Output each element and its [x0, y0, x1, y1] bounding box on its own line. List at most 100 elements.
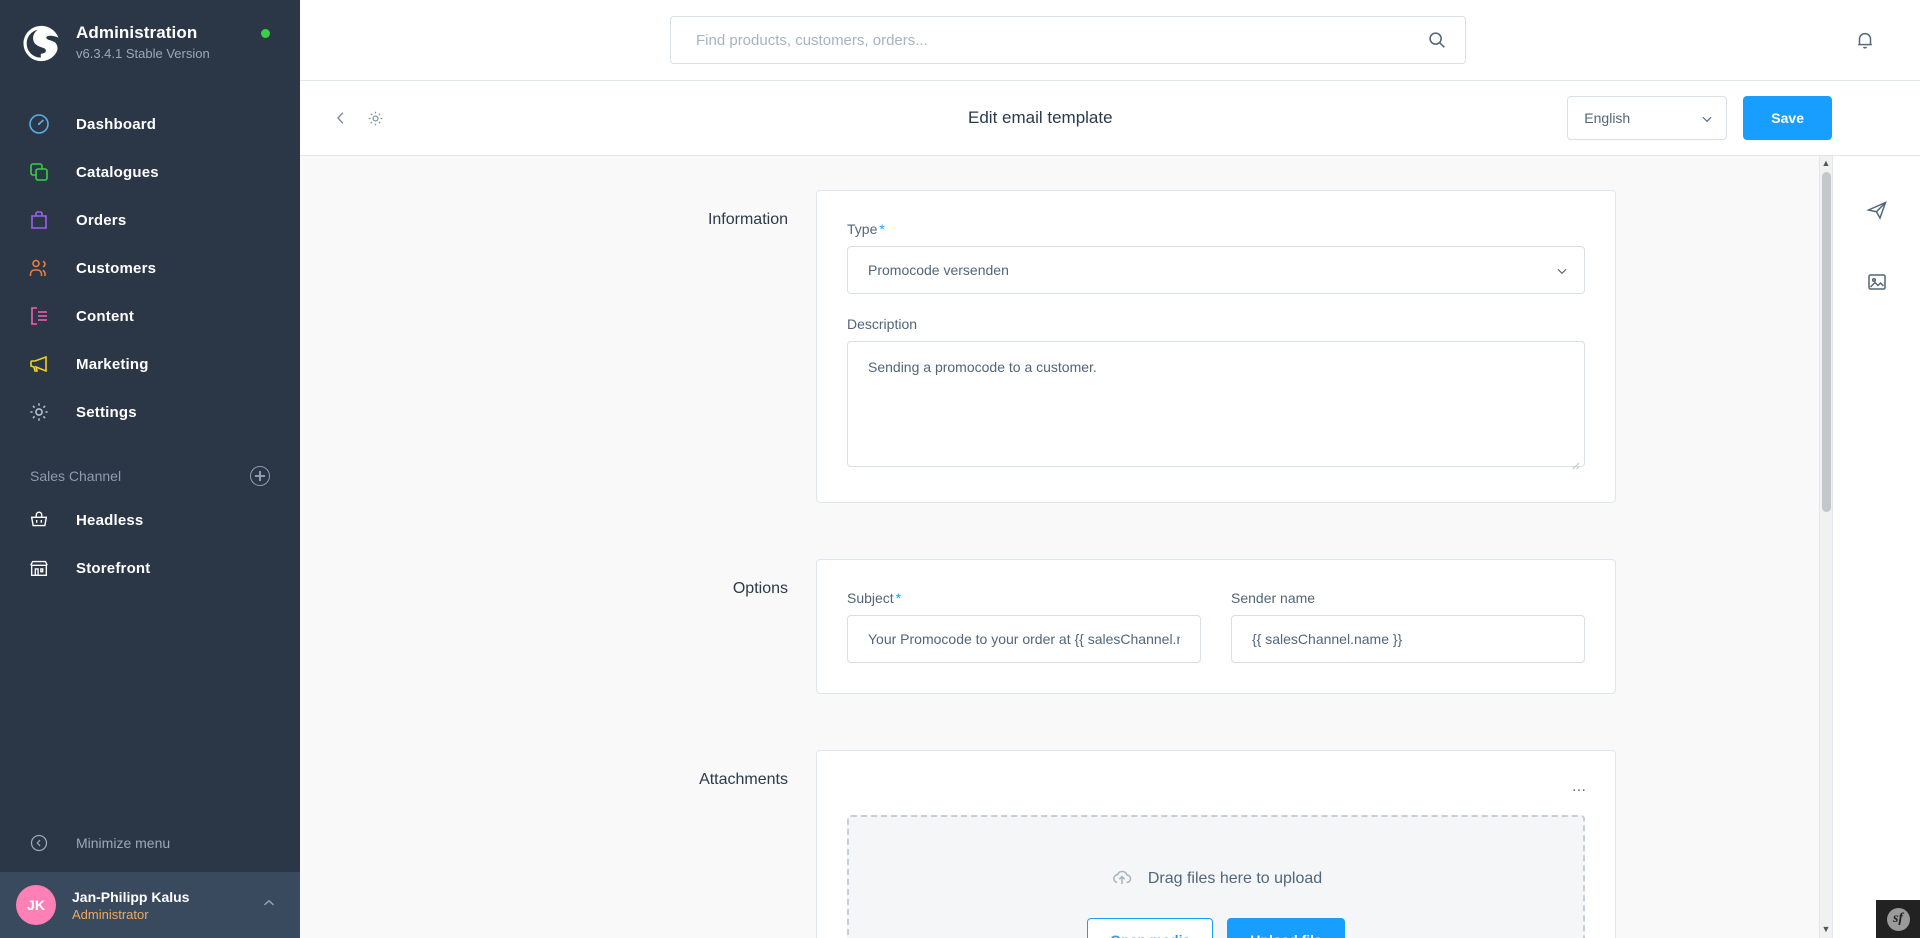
scroll-up-arrow[interactable]: ▲ [1822, 156, 1831, 172]
open-media-button[interactable]: Open media [1087, 917, 1214, 938]
sales-channel-section-header: Sales Channel [0, 436, 300, 496]
sidebar-item-label: Dashboard [76, 115, 157, 133]
sender-name-field: Sender name [1231, 590, 1585, 663]
page-title: Edit email template [968, 108, 1113, 127]
subject-label: Subject * [847, 590, 1201, 606]
symfony-logo-icon: sf [1886, 907, 1910, 931]
avatar: JK [16, 885, 56, 925]
customers-icon [26, 255, 52, 281]
vertical-scrollbar[interactable]: ▲ ▼ [1819, 156, 1832, 938]
sidebar-item-label: Orders [76, 211, 127, 229]
search-icon[interactable] [1426, 29, 1448, 51]
type-label: Type * [847, 221, 1585, 237]
right-rail [1832, 156, 1920, 938]
marketing-icon [26, 351, 52, 377]
information-section: Information Type * Promocode versenden D… [300, 190, 1832, 503]
bell-icon[interactable] [1854, 28, 1876, 57]
save-button[interactable]: Save [1743, 96, 1832, 140]
sidebar-item-headless[interactable]: Headless [0, 496, 300, 544]
minimize-menu-label: Minimize menu [76, 835, 171, 851]
subject-input[interactable] [847, 615, 1201, 663]
language-select[interactable]: English [1567, 96, 1728, 140]
type-select[interactable]: Promocode versenden [847, 246, 1585, 294]
media-image-icon[interactable] [1855, 260, 1899, 304]
page-action-bar: Edit email template English Save [300, 81, 1920, 156]
global-search [670, 16, 1466, 64]
subject-label-text: Subject [847, 590, 894, 606]
options-section: Options Subject* Sender na [300, 559, 1832, 694]
upload-dropzone[interactable]: Drag files here to upload Open media Upl… [847, 815, 1585, 938]
type-field: Type * Promocode versenden [847, 221, 1585, 294]
gear-icon[interactable] [358, 101, 392, 135]
sidebar-item-label: Catalogues [76, 163, 159, 181]
main-navigation: Dashboard Catalogues Orders Customers Co… [0, 100, 300, 436]
sidebar-item-settings[interactable]: Settings [0, 388, 300, 436]
attachments-section: Attachments … Drag files here to upload [300, 750, 1832, 938]
plus-circle-icon[interactable] [250, 466, 270, 486]
shopware-logo-icon [22, 22, 62, 62]
description-label: Description [847, 316, 918, 332]
sender-name-label: Sender name [1231, 590, 1316, 606]
required-marker: * [895, 590, 902, 606]
gear-icon [26, 399, 52, 425]
sidebar-item-marketing[interactable]: Marketing [0, 340, 300, 388]
brand-version: v6.3.4.1 Stable Version [76, 45, 210, 61]
language-switcher[interactable]: English [1567, 96, 1728, 140]
basket-icon [26, 507, 52, 533]
required-marker: * [879, 221, 885, 237]
information-label: Information [707, 211, 788, 228]
context-menu-icon[interactable]: … [1567, 773, 1593, 799]
app-root: Administration v6.3.4.1 Stable Version D… [0, 0, 1920, 938]
sales-channel-section-title: Sales Channel [30, 468, 122, 484]
description-field: Description [847, 316, 1585, 472]
sidebar-item-orders[interactable]: Orders [0, 196, 300, 244]
sidebar-item-label: Storefront [76, 559, 151, 577]
sidebar-item-label: Marketing [76, 355, 149, 373]
user-name: Jan-Philipp Kalus [72, 888, 190, 905]
upload-file-button[interactable]: Upload file [1227, 917, 1345, 938]
upload-cloud-icon [1110, 865, 1134, 894]
attachments-label: Attachments [699, 771, 788, 788]
scroll-down-arrow[interactable]: ▼ [1822, 922, 1831, 938]
attachments-card: … Drag files here to upload [816, 750, 1616, 938]
chevron-up-icon[interactable] [260, 894, 278, 917]
dashboard-icon [26, 111, 52, 137]
sidebar-item-dashboard[interactable]: Dashboard [0, 100, 300, 148]
catalogues-icon [26, 159, 52, 185]
user-menu[interactable]: JK Jan-Philipp Kalus Administrator [0, 872, 300, 938]
sidebar-item-label: Content [76, 307, 135, 325]
search-input[interactable] [670, 16, 1466, 64]
sidebar-item-label: Settings [76, 403, 137, 421]
options-label: Options [732, 580, 788, 597]
chevron-left-circle-icon [26, 830, 52, 856]
description-textarea[interactable] [847, 341, 1585, 467]
page-content: Information Type * Promocode versenden D… [300, 156, 1920, 938]
user-role: Administrator [72, 906, 149, 922]
type-label-text: Type [847, 221, 878, 237]
brand-header[interactable]: Administration v6.3.4.1 Stable Version [0, 0, 300, 82]
information-card: Type * Promocode versenden Description S… [816, 190, 1616, 503]
sidebar-item-label: Customers [76, 259, 157, 277]
sidebar-item-content[interactable]: Content [0, 292, 300, 340]
symfony-profiler-badge[interactable]: sf [1876, 900, 1920, 938]
sidebar-item-catalogues[interactable]: Catalogues [0, 148, 300, 196]
orders-icon [26, 207, 52, 233]
sidebar: Administration v6.3.4.1 Stable Version D… [0, 0, 300, 938]
shop-icon [26, 555, 52, 581]
options-card: Subject* Sender name [816, 559, 1616, 694]
brand-title: Administration [76, 22, 198, 42]
content-icon [26, 303, 52, 329]
sidebar-item-customers[interactable]: Customers [0, 244, 300, 292]
chevron-left-icon[interactable] [324, 101, 358, 135]
main-area: Edit email template English Save [300, 0, 1920, 938]
global-topbar [300, 0, 1920, 81]
scrollbar-thumb[interactable] [1822, 172, 1831, 512]
send-mail-icon[interactable] [1855, 188, 1899, 232]
sender-name-input[interactable] [1231, 615, 1585, 663]
sidebar-item-storefront[interactable]: Storefront [0, 544, 300, 592]
status-dot [261, 29, 270, 38]
dropzone-text: Drag files here to upload [1147, 870, 1323, 887]
sidebar-item-label: Headless [76, 511, 144, 529]
subject-field: Subject * [847, 590, 1201, 663]
minimize-menu-button[interactable]: Minimize menu [0, 814, 300, 872]
